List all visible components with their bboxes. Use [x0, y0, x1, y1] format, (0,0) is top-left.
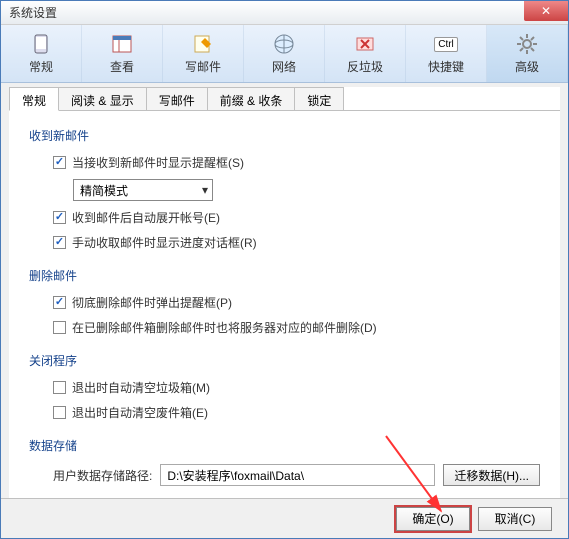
checkbox-auto-expand[interactable]	[53, 211, 66, 224]
tab-read-display[interactable]: 阅读 & 显示	[58, 87, 147, 110]
label-auto-expand[interactable]: 收到邮件后自动展开帐号(E)	[72, 209, 220, 226]
label-data-path: 用户数据存储路径:	[53, 467, 152, 484]
label-empty-trash[interactable]: 退出时自动清空垃圾箱(M)	[72, 379, 210, 396]
window-title: 系统设置	[9, 4, 57, 21]
tab-lock[interactable]: 锁定	[294, 87, 344, 110]
section-delete-title: 删除邮件	[29, 267, 540, 284]
toolbar-view[interactable]: 查看	[82, 25, 163, 82]
toolbar-compose[interactable]: 写邮件	[163, 25, 244, 82]
ctrl-key-icon: Ctrl	[434, 32, 458, 56]
globe-icon	[272, 32, 296, 56]
cancel-button[interactable]: 取消(C)	[478, 507, 552, 531]
checkbox-empty-junk[interactable]	[53, 406, 66, 419]
ok-button[interactable]: 确定(O)	[396, 507, 470, 531]
section-close-title: 关闭程序	[29, 352, 540, 369]
section-receive-title: 收到新邮件	[29, 127, 540, 144]
tab-prefix-receipt[interactable]: 前缀 & 收条	[207, 87, 296, 110]
checkbox-show-progress[interactable]	[53, 236, 66, 249]
main-toolbar: 常规 查看 写邮件 网络 反垃圾 Ctrl 快捷键 高级	[1, 25, 568, 83]
toolbar-general[interactable]: 常规	[1, 25, 82, 82]
label-delete-confirm[interactable]: 彻底删除邮件时弹出提醒框(P)	[72, 294, 232, 311]
dialog-footer: 确定(O) 取消(C)	[1, 498, 568, 538]
layout-icon	[110, 32, 134, 56]
titlebar: 系统设置 ✕	[1, 1, 568, 25]
settings-window: 系统设置 ✕ 常规 查看 写邮件 网络 反垃圾 Ctrl 快捷键	[0, 0, 569, 539]
toolbar-shortcuts[interactable]: Ctrl 快捷键	[406, 25, 487, 82]
label-empty-junk[interactable]: 退出时自动清空废件箱(E)	[72, 404, 208, 421]
tab-compose[interactable]: 写邮件	[146, 87, 208, 110]
checkbox-notify-new-mail[interactable]	[53, 156, 66, 169]
close-icon: ✕	[541, 4, 551, 18]
tab-general[interactable]: 常规	[9, 87, 59, 111]
toolbar-advanced[interactable]: 高级	[487, 25, 568, 82]
window-close-button[interactable]: ✕	[524, 1, 568, 21]
input-data-path[interactable]	[160, 464, 435, 486]
migrate-data-button[interactable]: 迁移数据(H)...	[443, 464, 540, 486]
checkbox-delete-server[interactable]	[53, 321, 66, 334]
label-notify-new-mail[interactable]: 当接收到新邮件时显示提醒框(S)	[72, 154, 244, 171]
dropdown-notify-mode[interactable]: 精简模式	[73, 179, 213, 201]
checkbox-empty-trash[interactable]	[53, 381, 66, 394]
toolbar-network[interactable]: 网络	[244, 25, 325, 82]
dropdown-value: 精简模式	[80, 182, 128, 199]
gear-icon	[515, 32, 539, 56]
sub-tabbar: 常规 阅读 & 显示 写邮件 前缀 & 收条 锁定	[9, 87, 560, 111]
section-storage-title: 数据存储	[29, 437, 540, 454]
compose-icon	[191, 32, 215, 56]
checkbox-delete-confirm[interactable]	[53, 296, 66, 309]
spam-icon	[353, 32, 377, 56]
label-delete-server[interactable]: 在已删除邮件箱删除邮件时也将服务器对应的邮件删除(D)	[72, 319, 377, 336]
label-show-progress[interactable]: 手动收取邮件时显示进度对话框(R)	[72, 234, 257, 251]
device-icon	[29, 32, 53, 56]
content-panel: 收到新邮件 当接收到新邮件时显示提醒框(S) 精简模式 收到邮件后自动展开帐号(…	[9, 111, 560, 501]
toolbar-spam[interactable]: 反垃圾	[325, 25, 406, 82]
